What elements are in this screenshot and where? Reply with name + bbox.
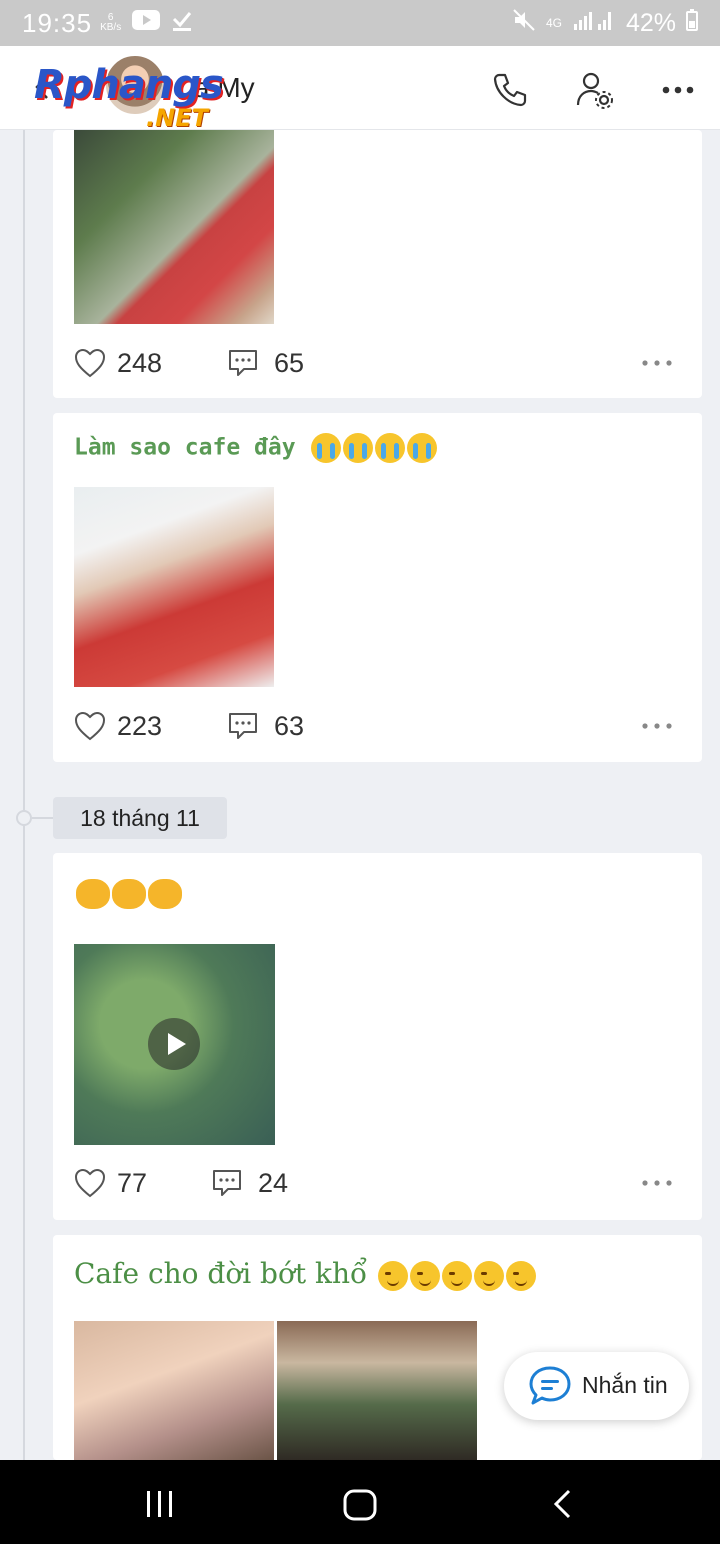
signal-icon [572, 8, 616, 38]
profile-header: a My Rphangs .NET [0, 46, 720, 132]
post-photo[interactable] [277, 1321, 477, 1460]
battery-icon [686, 9, 698, 37]
post-caption-text: Cafe cho đời bớt khổ [74, 1257, 368, 1290]
status-time: 19:35 [22, 7, 93, 38]
heart-icon[interactable] [74, 1168, 106, 1198]
post-actions: 77 24 [74, 1164, 684, 1204]
winking-emoji-icon [474, 1260, 505, 1291]
timeline-dot [16, 810, 32, 826]
network-type: 4G [545, 16, 562, 30]
post-photo[interactable] [74, 487, 274, 687]
winking-emoji-icon [410, 1260, 441, 1291]
post-video-thumbnail[interactable] [74, 944, 275, 1145]
post-more-icon[interactable] [642, 1180, 672, 1186]
crying-emoji-icon [343, 433, 374, 463]
post-actions: 248 65 [74, 344, 684, 384]
like-count: 77 [117, 1168, 148, 1198]
like-count: 223 [117, 711, 163, 741]
crying-emoji-icon [375, 433, 406, 463]
post-card: Cafe cho đời bớt khổ [53, 1235, 702, 1460]
post-card: 77 24 [53, 853, 702, 1220]
crying-emoji-icon [311, 433, 342, 463]
more-icon[interactable] [658, 70, 698, 110]
recent-apps-icon[interactable] [144, 1488, 176, 1520]
winking-emoji-icon [378, 1260, 409, 1291]
mute-icon [512, 8, 536, 38]
logo-word: Rphangs [34, 62, 224, 108]
download-done-icon [171, 9, 193, 37]
comment-count: 65 [274, 348, 305, 378]
post-card: 248 65 [53, 130, 702, 398]
post-more-icon[interactable] [642, 723, 672, 729]
comment-count: 63 [274, 711, 305, 741]
hugging-emoji-icon [76, 879, 110, 910]
phone-icon[interactable] [490, 70, 530, 110]
comment-icon[interactable] [228, 348, 258, 378]
winking-emoji-icon [442, 1260, 473, 1291]
like-count: 248 [117, 348, 163, 378]
message-button-label: Nhắn tin [582, 1372, 668, 1398]
post-caption-text: Làm sao cafe đây [74, 434, 296, 461]
chat-icon [529, 1366, 571, 1405]
status-bar: 19:35 6 KB/s 4G 42% [0, 0, 720, 46]
date-chip: 18 tháng 11 [53, 797, 227, 839]
nav-back-icon[interactable] [550, 1488, 574, 1520]
post-actions: 223 63 [74, 707, 684, 747]
winking-emoji-icon [506, 1260, 537, 1291]
status-right: 4G 42% [512, 8, 698, 38]
play-icon[interactable] [148, 1018, 200, 1070]
post-card: Làm sao cafe đây 223 63 [53, 413, 702, 762]
message-button[interactable]: Nhắn tin [504, 1352, 689, 1420]
net-speed: 6 KB/s [100, 13, 121, 33]
comment-icon[interactable] [228, 711, 258, 741]
system-nav-bar [0, 1460, 720, 1544]
comment-icon[interactable] [212, 1168, 242, 1198]
heart-icon[interactable] [74, 711, 106, 741]
youtube-icon [131, 9, 161, 37]
logo-suffix: .NET [146, 104, 208, 132]
timeline-tick [32, 817, 54, 819]
post-more-icon[interactable] [642, 360, 672, 366]
post-caption: Cafe cho đời bớt khổ [74, 1257, 537, 1291]
heart-icon[interactable] [74, 348, 106, 378]
hugging-emoji-icon [112, 879, 146, 910]
battery-level: 42% [625, 8, 676, 37]
post-photo[interactable] [74, 130, 274, 324]
user-settings-icon[interactable] [574, 70, 614, 110]
post-caption: Làm sao cafe đây [74, 433, 438, 463]
home-icon[interactable] [342, 1488, 378, 1522]
crying-emoji-icon [407, 433, 438, 463]
net-speed-unit: KB/s [100, 22, 122, 33]
post-photo[interactable] [74, 1321, 274, 1460]
post-caption [74, 877, 182, 910]
comment-count: 24 [258, 1168, 289, 1198]
timeline-line [23, 130, 25, 1460]
watermark-logo: Rphangs .NET [34, 54, 254, 132]
hugging-emoji-icon [148, 879, 182, 910]
